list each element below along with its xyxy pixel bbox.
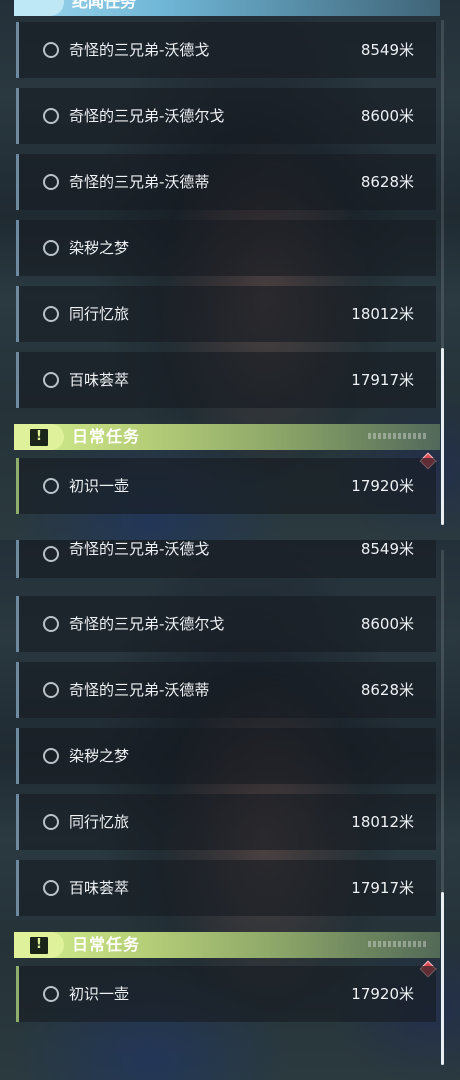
- daily-quest-item[interactable]: 初识一壶 17920米: [16, 966, 436, 1022]
- category-title: 日常任务: [72, 935, 141, 954]
- quest-name: 奇怪的三兄弟-沃德尔戈: [69, 107, 225, 125]
- header-decoration: [368, 941, 428, 947]
- daily-icon-box: !: [14, 932, 64, 958]
- untracked-circle-icon: [43, 240, 59, 256]
- category-title: 日常任务: [72, 427, 141, 446]
- category-header-previous[interactable]: 纪闻任务: [14, 0, 440, 16]
- untracked-circle-icon: [43, 108, 59, 124]
- quest-distance: 8600米: [360, 107, 414, 125]
- quest-item[interactable]: 奇怪的三兄弟-沃德蒂 8628米: [16, 154, 436, 210]
- quest-name: 同行忆旅: [69, 813, 130, 831]
- untracked-circle-icon: [43, 306, 59, 322]
- quest-item[interactable]: 百味荟萃 17917米: [16, 352, 436, 408]
- category-header-daily[interactable]: ! 日常任务: [14, 932, 440, 958]
- untracked-circle-icon: [43, 748, 59, 764]
- quest-distance: 8628米: [360, 681, 414, 699]
- quest-item[interactable]: 百味荟萃 17917米: [16, 860, 436, 916]
- quest-distance: 17920米: [351, 477, 414, 495]
- quest-name: 染秽之梦: [69, 239, 130, 257]
- quest-item[interactable]: 同行忆旅 18012米: [16, 286, 436, 342]
- quest-name: 染秽之梦: [69, 747, 130, 765]
- quest-distance: 17920米: [351, 985, 414, 1003]
- quest-item[interactable]: 奇怪的三兄弟-沃德戈 8549米: [16, 22, 436, 78]
- quest-distance: 8600米: [360, 615, 414, 633]
- scrollbar-thumb[interactable]: [441, 348, 444, 525]
- quest-name: 奇怪的三兄弟-沃德戈: [69, 41, 210, 59]
- category-icon: [14, 0, 64, 16]
- untracked-circle-icon: [43, 682, 59, 698]
- untracked-circle-icon: [43, 616, 59, 632]
- quest-item[interactable]: 奇怪的三兄弟-沃德尔戈 8600米: [16, 596, 436, 652]
- quest-item[interactable]: 奇怪的三兄弟-沃德尔戈 8600米: [16, 88, 436, 144]
- quest-distance: 18012米: [351, 813, 414, 831]
- quest-distance: 8549米: [360, 540, 414, 558]
- category-title: 纪闻任务: [72, 0, 137, 11]
- quest-distance: 8549米: [360, 41, 414, 59]
- quest-name: 初识一壶: [69, 477, 130, 495]
- quest-distance: 8628米: [360, 173, 414, 191]
- untracked-circle-icon: [43, 478, 59, 494]
- untracked-circle-icon: [43, 42, 59, 58]
- quest-item[interactable]: 奇怪的三兄弟-沃德蒂 8628米: [16, 662, 436, 718]
- quest-name: 奇怪的三兄弟-沃德蒂: [69, 681, 210, 699]
- quest-distance: 17917米: [351, 371, 414, 389]
- quest-list-panel-top: 纪闻任务 奇怪的三兄弟-沃德戈 8549米 奇怪的三兄弟-沃德尔戈 8600米 …: [0, 0, 460, 540]
- exclamation-icon: !: [30, 429, 48, 446]
- quest-name: 奇怪的三兄弟-沃德蒂: [69, 173, 210, 191]
- quest-item[interactable]: 染秽之梦: [16, 728, 436, 784]
- quest-item[interactable]: 染秽之梦: [16, 220, 436, 276]
- quest-name: 初识一壶: [69, 985, 130, 1003]
- daily-icon-box: !: [14, 424, 64, 450]
- quest-list: 纪闻任务 奇怪的三兄弟-沃德戈 8549米 奇怪的三兄弟-沃德尔戈 8600米 …: [0, 0, 460, 540]
- quest-name: 百味荟萃: [69, 879, 130, 897]
- untracked-circle-icon: [43, 814, 59, 830]
- quest-name: 奇怪的三兄弟-沃德戈: [69, 540, 210, 558]
- quest-distance: 17917米: [351, 879, 414, 897]
- quest-list: 奇怪的三兄弟-沃德戈 8549米 奇怪的三兄弟-沃德尔戈 8600米 奇怪的三兄…: [0, 540, 460, 1080]
- daily-quest-item[interactable]: 初识一壶 17920米: [16, 458, 436, 514]
- quest-item[interactable]: 奇怪的三兄弟-沃德戈 8549米: [16, 540, 436, 578]
- untracked-circle-icon: [43, 986, 59, 1002]
- scrollbar-thumb[interactable]: [441, 892, 444, 1065]
- header-decoration: [368, 433, 428, 439]
- untracked-circle-icon: [43, 880, 59, 896]
- quest-distance: 18012米: [351, 305, 414, 323]
- category-header-daily[interactable]: ! 日常任务: [14, 424, 440, 450]
- quest-name: 奇怪的三兄弟-沃德尔戈: [69, 615, 225, 633]
- quest-name: 同行忆旅: [69, 305, 130, 323]
- untracked-circle-icon: [43, 174, 59, 190]
- quest-item[interactable]: 同行忆旅 18012米: [16, 794, 436, 850]
- exclamation-icon: !: [30, 937, 48, 954]
- quest-list-panel-bottom: 奇怪的三兄弟-沃德戈 8549米 奇怪的三兄弟-沃德尔戈 8600米 奇怪的三兄…: [0, 540, 460, 1080]
- quest-name: 百味荟萃: [69, 371, 130, 389]
- untracked-circle-icon: [43, 372, 59, 388]
- untracked-circle-icon: [43, 546, 59, 562]
